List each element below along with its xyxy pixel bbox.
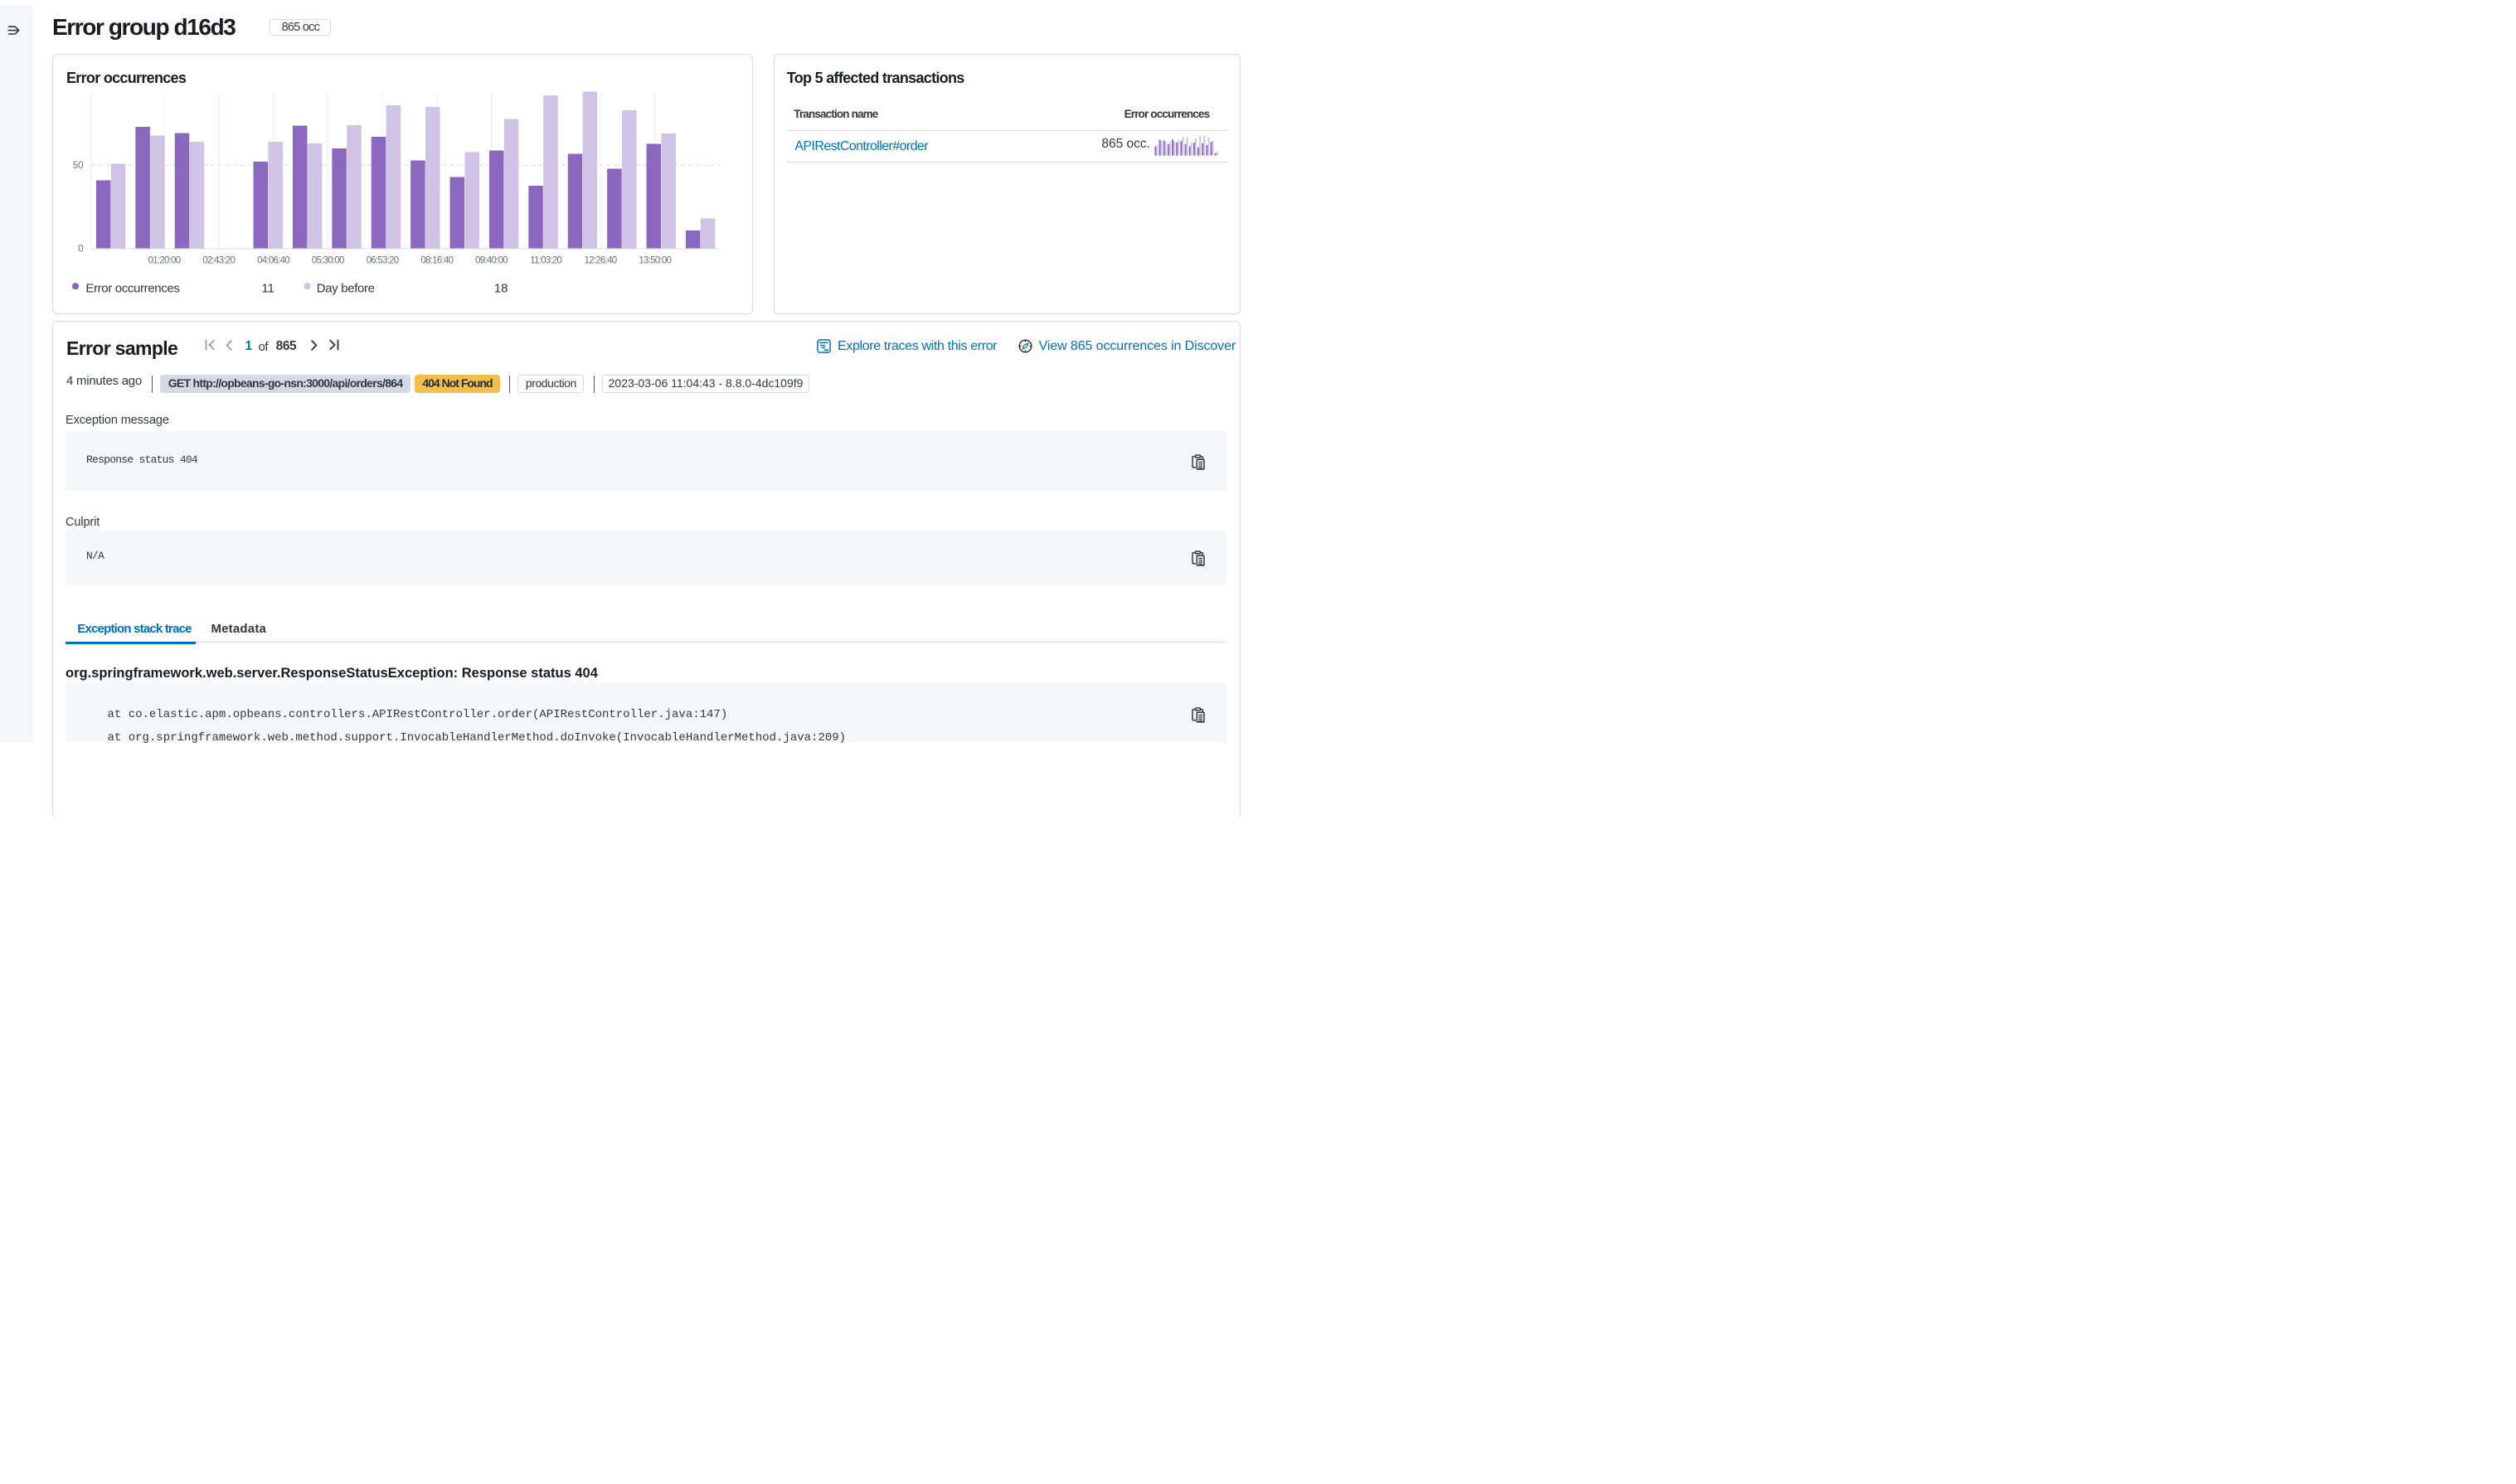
svg-text:0: 0 [78, 245, 83, 255]
svg-text:01:20:00: 01:20:00 [148, 256, 181, 266]
svg-text:04:06:40: 04:06:40 [257, 256, 289, 266]
svg-text:05:30:00: 05:30:00 [312, 256, 344, 266]
svg-text:Day before: Day before [317, 282, 375, 296]
svg-text:06:53:20: 06:53:20 [367, 256, 399, 266]
svg-text:11: 11 [261, 282, 274, 296]
svg-text:13:50:00: 13:50:00 [639, 256, 671, 266]
svg-text:09:40:00: 09:40:00 [475, 256, 508, 266]
svg-text:11:03:20: 11:03:20 [530, 256, 561, 266]
svg-text:08:16:40: 08:16:40 [420, 256, 453, 266]
svg-text:18: 18 [494, 282, 508, 296]
svg-text:50: 50 [73, 161, 84, 171]
svg-text:12:26:40: 12:26:40 [585, 256, 617, 266]
svg-text:Error occurrences: Error occurrences [85, 282, 179, 296]
svg-text:02:43:20: 02:43:20 [202, 256, 235, 266]
